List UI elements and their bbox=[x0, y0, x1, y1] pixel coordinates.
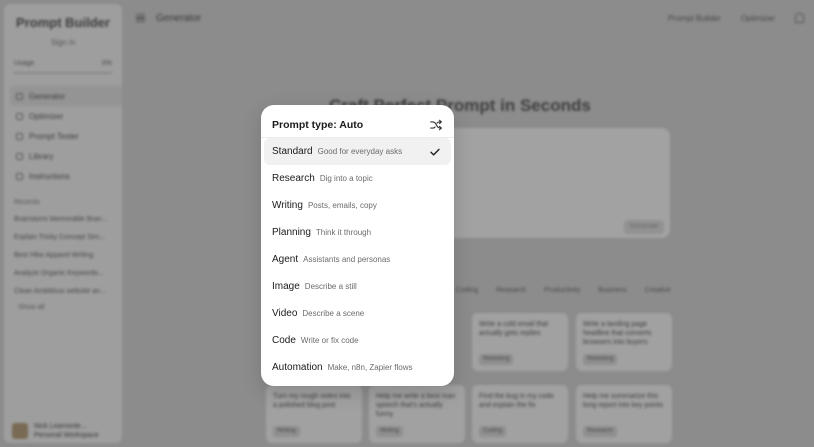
option-description: Dig into a topic bbox=[319, 174, 373, 183]
option-image[interactable]: Image Describe a still bbox=[264, 273, 451, 300]
option-video[interactable]: Video Describe a scene bbox=[264, 300, 451, 327]
option-name: Code bbox=[272, 335, 296, 346]
option-name: Standard bbox=[272, 146, 313, 157]
option-standard[interactable]: Standard Good for everyday asks bbox=[264, 138, 451, 165]
option-description: Posts, emails, copy bbox=[307, 201, 377, 210]
option-description: Describe a still bbox=[304, 282, 357, 291]
option-research[interactable]: Research Dig into a topic bbox=[264, 165, 451, 192]
shuffle-icon[interactable] bbox=[429, 118, 443, 132]
option-name: Image bbox=[272, 281, 300, 292]
option-automation[interactable]: Automation Make, n8n, Zapier flows bbox=[264, 354, 451, 381]
option-description: Good for everyday asks bbox=[317, 147, 403, 156]
option-name: Video bbox=[272, 308, 298, 319]
menu-title: Prompt type: Auto bbox=[272, 119, 364, 131]
option-description: Write or fix code bbox=[300, 336, 359, 345]
option-code[interactable]: Code Write or fix code bbox=[264, 327, 451, 354]
check-icon bbox=[430, 148, 440, 156]
option-planning[interactable]: Planning Think it through bbox=[264, 219, 451, 246]
option-description: Describe a scene bbox=[302, 309, 365, 318]
menu-header: Prompt type: Auto bbox=[272, 114, 443, 136]
option-name: Planning bbox=[272, 227, 311, 238]
option-description: Think it through bbox=[315, 228, 372, 237]
option-description: Make, n8n, Zapier flows bbox=[327, 363, 413, 372]
option-description: Assistants and personas bbox=[303, 255, 391, 264]
option-name: Agent bbox=[272, 254, 299, 265]
option-name: Automation bbox=[272, 362, 323, 373]
menu-options: Standard Good for everyday asks Research… bbox=[264, 138, 451, 381]
prompt-type-menu: Prompt type: Auto Standard Good for ever… bbox=[261, 105, 454, 386]
option-writing[interactable]: Writing Posts, emails, copy bbox=[264, 192, 451, 219]
option-name: Research bbox=[272, 173, 315, 184]
option-agent[interactable]: Agent Assistants and personas bbox=[264, 246, 451, 273]
option-name: Writing bbox=[272, 200, 303, 211]
